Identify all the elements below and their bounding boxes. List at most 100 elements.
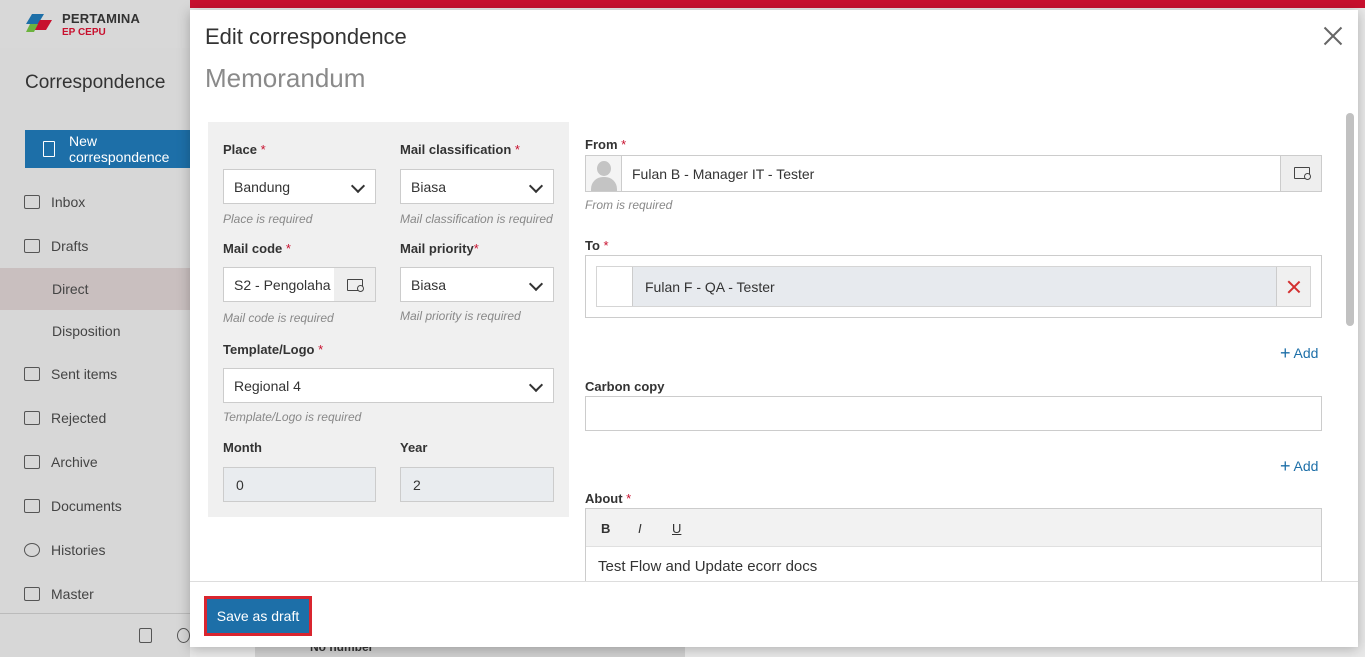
sidebar: PERTAMINA EP CEPU Correspondence New cor… xyxy=(0,0,190,657)
sidebar-item-documents[interactable]: Documents xyxy=(0,484,190,528)
from-value: Fulan B - Manager IT - Tester xyxy=(632,166,815,182)
chevron-down-icon xyxy=(350,178,366,194)
month-label: Month xyxy=(223,440,262,455)
year-label: Year xyxy=(400,440,428,455)
mail-code-label: Mail code * xyxy=(223,241,291,256)
cc-field[interactable] xyxy=(585,396,1322,431)
sidebar-item-label: Inbox xyxy=(51,194,86,210)
priority-label: Mail priority* xyxy=(400,241,479,256)
master-icon xyxy=(24,587,40,601)
about-label: About * xyxy=(585,491,632,506)
sidebar-item-master[interactable]: Master xyxy=(0,572,190,616)
mail-code-hint: Mail code is required xyxy=(223,311,334,325)
inbox-icon xyxy=(24,195,40,209)
sidebar-item-sent-items[interactable]: Sent items xyxy=(0,352,190,396)
new-correspondence-button[interactable]: New correspondence xyxy=(25,130,190,168)
user-icon[interactable] xyxy=(177,628,190,643)
avatar xyxy=(597,267,633,306)
add-to-link[interactable]: + Add xyxy=(1280,344,1318,362)
from-field[interactable]: Fulan B - Manager IT - Tester xyxy=(585,155,1322,192)
priority-hint: Mail priority is required xyxy=(400,309,521,323)
scrollbar-thumb[interactable] xyxy=(1346,113,1354,326)
template-label: Template/Logo * xyxy=(223,342,324,357)
sidebar-item-label: Direct xyxy=(52,281,89,297)
sidebar-item-drafts[interactable]: Drafts xyxy=(0,224,190,268)
template-hint: Template/Logo is required xyxy=(223,410,362,424)
year-value: 2 xyxy=(413,476,421,493)
sidebar-item-label: Sent items xyxy=(51,366,118,382)
sidebar-item-rejected[interactable]: Rejected xyxy=(0,396,190,440)
avatar xyxy=(586,156,622,191)
classification-select[interactable]: Biasa xyxy=(400,169,554,204)
chevron-down-icon xyxy=(528,377,544,393)
edit-correspondence-modal: Edit correspondence Memorandum Place * B… xyxy=(190,10,1358,647)
modal-title: Edit correspondence xyxy=(205,24,407,49)
template-select[interactable]: Regional 4 xyxy=(223,368,554,403)
add-label: Add xyxy=(1293,458,1319,474)
rejected-icon xyxy=(24,411,40,425)
sidebar-item-label: Archive xyxy=(51,454,98,470)
metadata-panel: Place * Bandung Place is required Mail c… xyxy=(208,122,569,517)
new-document-icon xyxy=(43,141,55,157)
sidebar-item-inbox[interactable]: Inbox xyxy=(0,180,190,224)
recipient-name: Fulan F - QA - Tester xyxy=(645,279,775,295)
place-label: Place * xyxy=(223,142,266,157)
underline-button[interactable]: U xyxy=(672,521,681,536)
classification-hint: Mail classification is required xyxy=(400,212,553,226)
about-content[interactable]: Test Flow and Update ecorr docs xyxy=(598,558,817,575)
modal-body: Place * Bandung Place is required Mail c… xyxy=(190,120,1358,582)
sidebar-item-disposition[interactable]: Disposition xyxy=(0,310,190,352)
place-hint: Place is required xyxy=(223,212,313,226)
sidebar-item-label: Master xyxy=(51,586,94,602)
mail-code-value: S2 - Pengolaha xyxy=(234,276,331,293)
month-value: 0 xyxy=(236,476,244,493)
add-cc-link[interactable]: + Add xyxy=(1280,457,1318,475)
sidebar-item-label: Documents xyxy=(51,498,122,514)
classification-value: Biasa xyxy=(411,178,447,195)
brand-sub: EP CEPU xyxy=(62,26,106,38)
sidebar-item-direct[interactable]: Direct xyxy=(0,268,190,310)
sidebar-item-label: Rejected xyxy=(51,410,107,426)
sent-icon xyxy=(24,367,40,381)
to-label: To * xyxy=(585,238,609,253)
sidebar-item-label: Drafts xyxy=(51,238,89,254)
to-field[interactable]: Fulan F - QA - Tester xyxy=(585,255,1322,318)
italic-button[interactable]: I xyxy=(638,521,642,536)
new-correspondence-label: New correspondence xyxy=(69,133,170,165)
place-value: Bandung xyxy=(234,178,291,195)
documents-icon xyxy=(24,499,40,513)
folder-search-icon xyxy=(347,279,364,292)
save-as-draft-button[interactable]: Save as draft xyxy=(204,596,312,636)
folder-search-icon xyxy=(1294,167,1311,180)
from-picker-button[interactable] xyxy=(1280,156,1321,191)
place-select[interactable]: Bandung xyxy=(223,169,376,204)
month-field: 0 xyxy=(223,467,376,502)
mail-code-field[interactable]: S2 - Pengolaha xyxy=(223,267,335,302)
brand-name: PERTAMINA xyxy=(62,10,141,26)
chevron-down-icon xyxy=(528,178,544,194)
modal-subtitle: Memorandum xyxy=(205,63,366,93)
chevron-down-icon xyxy=(528,276,544,292)
add-label: Add xyxy=(1293,345,1319,361)
cc-label: Carbon copy xyxy=(585,379,665,394)
sidebar-item-histories[interactable]: Histories xyxy=(0,528,190,572)
sidebar-footer xyxy=(0,613,190,657)
mail-code-picker-button[interactable] xyxy=(334,267,376,302)
about-editor[interactable]: B I U Test Flow and Update ecorr docs xyxy=(585,508,1322,582)
drafts-icon xyxy=(24,239,40,253)
document-icon[interactable] xyxy=(139,628,152,643)
sidebar-item-archive[interactable]: Archive xyxy=(0,440,190,484)
plus-icon: + xyxy=(1280,456,1291,476)
sidebar-item-label: Histories xyxy=(51,542,106,558)
modal-scrollbar[interactable] xyxy=(1344,113,1356,580)
top-bar xyxy=(190,0,1365,8)
editor-toolbar: B I U xyxy=(586,509,1321,547)
bold-button[interactable]: B xyxy=(601,521,610,536)
remove-recipient-icon[interactable] xyxy=(1276,267,1310,306)
close-icon[interactable] xyxy=(1322,25,1344,47)
pertamina-logo-icon xyxy=(26,14,52,32)
sidebar-item-label: Disposition xyxy=(52,323,121,339)
year-field: 2 xyxy=(400,467,554,502)
modal-footer: Save as draft xyxy=(190,581,1358,647)
priority-select[interactable]: Biasa xyxy=(400,267,554,302)
